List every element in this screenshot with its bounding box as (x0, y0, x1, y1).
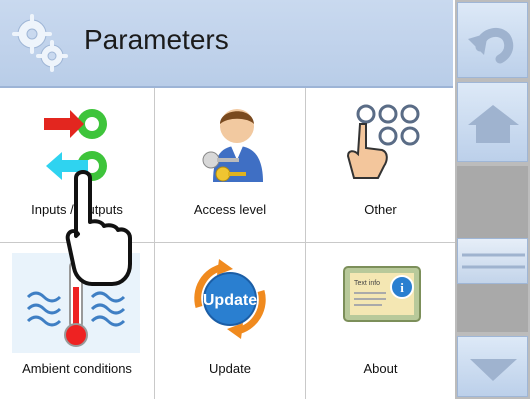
tile-label: Update (209, 361, 251, 376)
update-badge-text: Update (203, 292, 257, 309)
tile-label: Ambient conditions (22, 361, 132, 376)
info-card-icon: Text info i (343, 266, 421, 322)
chevron-down-icon (470, 359, 517, 381)
tile-update[interactable]: Update Update (155, 243, 305, 399)
tile-label: Access level (193, 202, 267, 217)
undo-arrow-icon (468, 28, 514, 64)
grip-lines-icon (462, 253, 525, 269)
scroll-down-button[interactable] (457, 336, 528, 397)
tile-label: Other (364, 202, 397, 217)
svg-text:i: i (400, 280, 404, 295)
navigation-sidebar (455, 0, 530, 399)
keypad-hand-icon (346, 104, 420, 179)
home-button[interactable] (457, 82, 528, 162)
update-icon: Update (194, 259, 266, 339)
pointer-hand-icon (65, 170, 132, 286)
tile-access-level[interactable]: Access level (155, 88, 305, 242)
page-title: Parameters (84, 24, 229, 55)
tile-label: About (363, 361, 398, 376)
tile-other[interactable]: Other (306, 88, 455, 242)
home-icon (468, 105, 519, 143)
scrollbar-thumb[interactable] (457, 238, 528, 284)
back-button[interactable] (457, 2, 528, 78)
title-bar: Parameters (0, 0, 453, 88)
user-keys-icon (202, 109, 263, 182)
card-text: Text info (354, 280, 380, 287)
gears-icon (12, 14, 68, 72)
tile-about[interactable]: Text info i About (306, 243, 455, 399)
